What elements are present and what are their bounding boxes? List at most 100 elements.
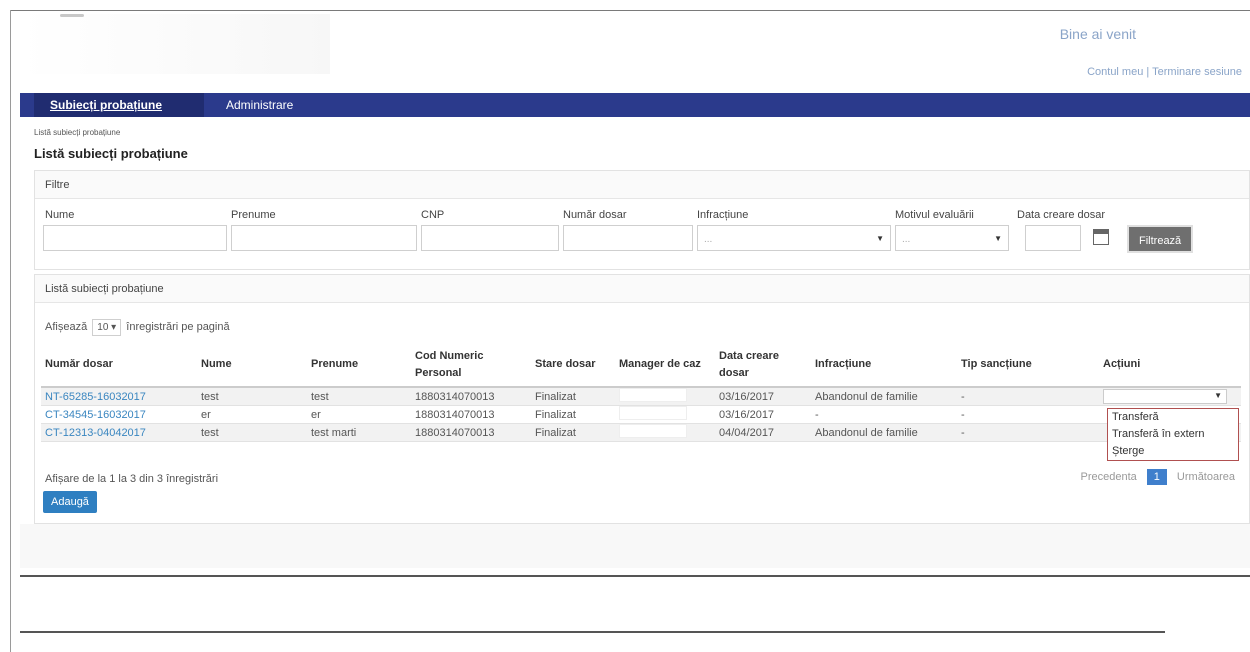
reason-select-value: ... [902, 234, 911, 245]
reason-label: Motivul evaluării [895, 209, 974, 221]
col-offense[interactable]: Infracțiune [811, 343, 957, 388]
file-number-input[interactable] [563, 225, 693, 251]
logout-link[interactable]: Terminare sesiune [1152, 66, 1242, 78]
caret-down-icon: ▼ [876, 234, 884, 243]
cell-cnp: 1880314070013 [411, 423, 531, 442]
cell-manager [615, 387, 715, 406]
cell-sanction: - [957, 387, 1099, 406]
created-date-label: Data creare dosar [1017, 209, 1106, 221]
cell-status: Finalizat [531, 423, 615, 442]
cell-first-name: test marti [307, 423, 411, 442]
file-link[interactable]: CT-12313-04042017 [45, 427, 146, 439]
col-manager[interactable]: Manager de caz [615, 343, 715, 388]
caret-down-icon: ▼ [1214, 391, 1222, 400]
my-account-link[interactable]: Contul meu [1087, 66, 1143, 78]
manager-field [619, 388, 687, 402]
col-cnp[interactable]: Cod Numeric Personal [411, 343, 531, 388]
file-link[interactable]: CT-34545-16032017 [45, 409, 146, 421]
pagination: Precedenta 1 Următoarea [1075, 469, 1241, 485]
divider [20, 631, 1165, 633]
cell-first-name: er [307, 405, 411, 424]
account-links: Contul meu | Terminare sesiune [1087, 66, 1242, 78]
show-suffix: înregistrări pe pagină [126, 321, 230, 333]
cell-date: 03/16/2017 [715, 387, 811, 406]
breadcrumb[interactable]: Listă subiecți probațiune [34, 128, 120, 137]
filter-button[interactable]: Filtrează [1127, 225, 1194, 253]
menu-item-transfer-external[interactable]: Transferă în extern [1108, 426, 1238, 443]
add-button[interactable]: Adaugă [43, 491, 97, 513]
first-name-label: Prenume [231, 209, 276, 221]
offense-select[interactable]: ... ▼ [697, 225, 891, 251]
col-first-name[interactable]: Prenume [307, 343, 411, 388]
filters-title: Filtre [35, 171, 1249, 199]
actions-dropdown-menu: Transferă Transferă în extern Șterge [1107, 408, 1239, 461]
cell-actions: ▼ [1099, 387, 1241, 406]
cell-first-name: test [307, 387, 411, 406]
col-status[interactable]: Stare dosar [531, 343, 615, 388]
col-actions: Acțiuni [1099, 343, 1241, 388]
list-panel: Listă subiecți probațiune Afișează 10 ▾ … [34, 274, 1250, 524]
page-size-control: Afișează 10 ▾ înregistrări pe pagină [45, 319, 230, 336]
tab-probation-subjects[interactable]: Subiecți probațiune [34, 93, 204, 117]
col-file-number[interactable]: Număr dosar [41, 343, 197, 388]
reason-select[interactable]: ... ▼ [895, 225, 1009, 251]
file-number-label: Număr dosar [563, 209, 627, 221]
tab-administration[interactable]: Administrare [210, 93, 309, 117]
page-footer-area [20, 524, 1250, 568]
first-name-input[interactable] [231, 225, 417, 251]
subjects-table: Număr dosar Nume Prenume Cod Numeric Per… [41, 343, 1241, 442]
show-prefix: Afișează [45, 321, 88, 333]
name-input[interactable] [43, 225, 227, 251]
cnp-input[interactable] [421, 225, 559, 251]
table-row: NT-65285-16032017 test test 188031407001… [41, 387, 1241, 406]
caret-down-icon: ▼ [994, 234, 1002, 243]
cell-date: 03/16/2017 [715, 405, 811, 424]
manager-field [619, 406, 687, 420]
table-row: CT-12313-04042017 test test marti 188031… [41, 423, 1241, 442]
name-label: Nume [45, 209, 75, 221]
manager-field [619, 424, 687, 438]
menu-item-transfer[interactable]: Transferă [1108, 409, 1238, 426]
cnp-label: CNP [421, 209, 445, 221]
cell-offense: Abandonul de familie [811, 387, 957, 406]
cell-offense: Abandonul de familie [811, 423, 957, 442]
file-link[interactable]: NT-65285-16032017 [45, 391, 146, 403]
cell-sanction: - [957, 423, 1099, 442]
main-navbar: Subiecți probațiune Administrare [20, 93, 1250, 117]
link-separator: | [1143, 66, 1153, 78]
logo-mark [60, 14, 84, 17]
table-row: CT-34545-16032017 er er 1880314070013 Fi… [41, 405, 1241, 424]
filters-panel: Filtre Nume Prenume CNP Număr dosar Infr… [34, 170, 1250, 270]
table-header-row: Număr dosar Nume Prenume Cod Numeric Per… [41, 343, 1241, 388]
menu-item-delete[interactable]: Șterge [1108, 443, 1238, 460]
next-page-button[interactable]: Următoarea [1171, 469, 1241, 485]
col-sanction[interactable]: Tip sancțiune [957, 343, 1099, 388]
cell-status: Finalizat [531, 387, 615, 406]
cell-offense: - [811, 405, 957, 424]
list-title: Listă subiecți probațiune [35, 275, 1249, 303]
cell-manager [615, 423, 715, 442]
page-size-value: 10 [97, 322, 109, 333]
actions-select[interactable]: ▼ [1103, 389, 1227, 404]
col-name[interactable]: Nume [197, 343, 307, 388]
page-1-button[interactable]: 1 [1146, 469, 1167, 485]
divider [20, 575, 1250, 577]
window-left-border [10, 10, 11, 652]
welcome-text: Bine ai venit [1059, 26, 1136, 42]
logo-area [20, 14, 330, 74]
cell-name: test [197, 387, 307, 406]
page-title: Listă subiecți probațiune [34, 146, 188, 161]
prev-page-button[interactable]: Precedenta [1075, 469, 1143, 485]
cell-manager [615, 405, 715, 424]
created-date-input[interactable] [1025, 225, 1081, 251]
calendar-icon[interactable] [1093, 229, 1109, 245]
cell-name: er [197, 405, 307, 424]
cell-cnp: 1880314070013 [411, 387, 531, 406]
cell-date: 04/04/2017 [715, 423, 811, 442]
offense-label: Infracțiune [697, 209, 749, 221]
offense-select-value: ... [704, 234, 713, 245]
page-size-select[interactable]: 10 ▾ [92, 319, 122, 336]
window-top-border [10, 10, 1250, 11]
col-created-date[interactable]: Data creare dosar [715, 343, 811, 388]
cell-name: test [197, 423, 307, 442]
